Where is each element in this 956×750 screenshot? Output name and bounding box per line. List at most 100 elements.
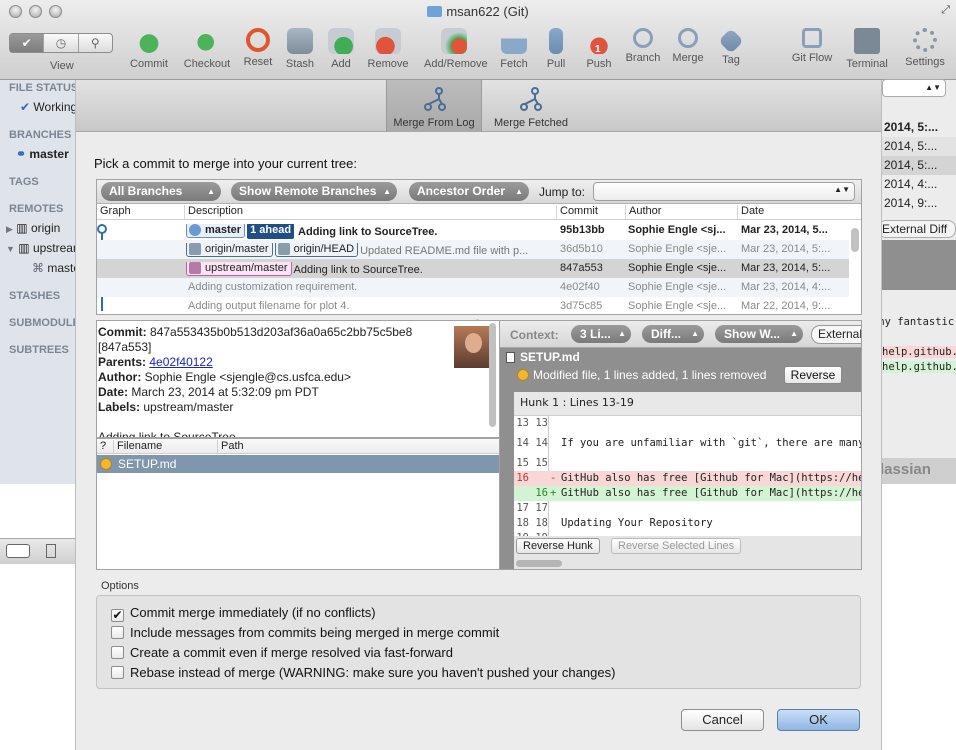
file-row[interactable]: SETUP.md (97, 455, 499, 473)
parent-commit-link[interactable]: 4e02f40122 (149, 355, 212, 369)
diff-line[interactable]: 18 18 Updating Your Repository (514, 516, 861, 531)
sidebar-toggle-icon[interactable] (6, 544, 30, 558)
column-date[interactable]: Date (737, 205, 764, 219)
branch-filter-dropdown[interactable]: All Branches ▲ (101, 182, 221, 201)
reverse-file-button[interactable]: Reverse (784, 366, 842, 384)
column-status[interactable]: ? (97, 440, 106, 453)
branch-tag-label: master (205, 224, 242, 236)
remove-button[interactable]: Remove (358, 28, 418, 70)
sidebar-remotes-heading: REMOTES (9, 203, 64, 215)
tab-merge-from-log[interactable]: Merge From Log (386, 80, 482, 132)
sidebar-tags-heading: TAGS (9, 176, 39, 188)
git-flow-button[interactable]: Git Flow (782, 28, 842, 64)
checkbox[interactable] (111, 626, 124, 639)
diff-toolbar: Context: 3 Li... ▲ Diff... ▲ Show W... ▲ Ex… (500, 321, 861, 348)
commit-author: Sophie Engle <sj... (628, 224, 726, 236)
column-author[interactable]: Author (625, 205, 661, 219)
view-segmented-control[interactable]: ✔ ◷ ⚲ (9, 33, 113, 53)
sidebar-item-master[interactable]: ⚭ master (16, 147, 69, 161)
column-path[interactable]: Path (217, 440, 244, 453)
checkbox[interactable] (111, 666, 124, 679)
background-diff-line: help.github. (882, 346, 956, 358)
view-log-button[interactable]: ◷ (44, 34, 79, 52)
diff-line-removed[interactable]: 16 - GitHub also has free [Github for Mac]… (514, 471, 861, 486)
option-label: Include messages from commits being merg… (130, 625, 500, 640)
commit-description: upstream/master Adding link to SourceTree… (186, 262, 554, 278)
add-remove-button[interactable]: Add/Remove (424, 28, 488, 70)
reset-icon (246, 28, 270, 52)
commit-row[interactable]: master 1 ahead Adding link to SourceTree. … (97, 221, 849, 240)
checkbox[interactable] (111, 646, 124, 659)
option-commit-immediately[interactable]: ✔ Commit merge immediately (if no conflic… (111, 605, 376, 622)
sidebar-item-upstream[interactable]: ▼ ▥ upstream (6, 241, 83, 255)
reverse-hunk-button[interactable]: Reverse Hunk (516, 538, 600, 554)
option-create-commit[interactable]: Create a commit even if merge resolved v… (111, 645, 453, 660)
option-rebase[interactable]: Rebase instead of merge (WARNING: make s… (111, 665, 615, 680)
gear-icon (913, 28, 937, 52)
commit-hash: 847a553 (560, 262, 603, 274)
jump-to-dropdown[interactable]: ▲▼ (593, 182, 855, 201)
checkout-icon (194, 28, 220, 54)
check-icon: ✔ (20, 100, 31, 114)
sidebar-item-origin[interactable]: ▶ ▥ origin (6, 221, 60, 235)
diff-line[interactable]: 17 17 (514, 501, 861, 516)
commit-message: Adding customization requirement. (188, 281, 358, 293)
commit-row-selected[interactable]: upstream/master Adding link to SourceTree… (97, 259, 849, 278)
column-filename[interactable]: Filename (113, 440, 162, 453)
fullscreen-icon[interactable]: ⤢ (941, 4, 950, 17)
settings-button[interactable]: Settings (895, 28, 955, 68)
diff-sign: + (550, 487, 557, 499)
reverse-selected-lines-button[interactable]: Reverse Selected Lines (611, 538, 742, 554)
option-include-messages[interactable]: Include messages from commits being merg… (111, 625, 499, 640)
commit-hash: 95b13bb (560, 224, 605, 236)
cancel-button[interactable]: Cancel (681, 709, 764, 731)
sidebar-item-working[interactable]: ✔ Working (20, 100, 77, 114)
diff-line-text: Updating Your Repository (561, 517, 713, 529)
option-label: Create a commit even if merge resolved v… (130, 645, 453, 660)
remote-branches-dropdown[interactable]: Show Remote Branches ▲ (231, 182, 397, 201)
view-label: View (50, 60, 74, 72)
sidebar-branches-heading: BRANCHES (9, 129, 72, 141)
sort-order-dropdown[interactable]: Ancestor Order ▲ (409, 182, 529, 201)
merge-prompt: Pick a commit to merge into your current… (94, 156, 357, 171)
diff-horizontal-scrollbar[interactable] (514, 556, 861, 569)
branch-icon (633, 28, 653, 48)
column-description[interactable]: Description (184, 205, 243, 219)
diff-line[interactable]: 15 15 (514, 456, 861, 471)
whitespace-dropdown[interactable]: Show W... ▲ (715, 325, 803, 343)
diff-line[interactable]: 14 14 If you are unfamiliar with `git`, th… (514, 431, 861, 456)
scroll-thumb[interactable] (851, 228, 859, 252)
scroll-thumb[interactable] (516, 560, 562, 567)
scroll-thumb[interactable] (489, 323, 496, 427)
tab-merge-fetched[interactable]: Merge Fetched (483, 80, 579, 132)
diff-mode-dropdown[interactable]: Diff... ▲ (642, 325, 704, 343)
log-column-headers: Graph Description Commit Author Date (97, 204, 861, 220)
external-diff-button[interactable]: External (811, 325, 861, 344)
column-graph[interactable]: Graph (97, 205, 131, 219)
diff-line[interactable]: 13 13 (514, 416, 861, 431)
jump-to-label: Jump to: (539, 185, 586, 199)
tag-button[interactable]: Tag (701, 28, 761, 66)
detail-labels-line: Labels: upstream/master (98, 400, 499, 415)
view-search-button[interactable]: ⚲ (79, 34, 112, 52)
terminal-button[interactable]: Terminal (837, 28, 897, 70)
column-commit[interactable]: Commit (556, 205, 598, 219)
sheet-tab-bar: Merge From Log Merge Fetched (76, 80, 881, 132)
context-lines-dropdown[interactable]: 3 Li... ▲ (571, 325, 631, 343)
diff-sign: - (550, 472, 557, 484)
view-file-status-button[interactable]: ✔ (10, 34, 45, 52)
diff-line-added[interactable]: 16 + GitHub also has free [Github for Mac]… (514, 486, 861, 501)
merge-sheet: Merge From Log Merge Fetched Pick a comm… (75, 80, 882, 750)
ok-button[interactable]: OK (777, 709, 860, 731)
commit-message: Updated README.md file with p... (360, 245, 529, 257)
commit-row[interactable]: Adding customization requirement. 4e02f4… (97, 278, 849, 297)
panel-toggle-icon[interactable] (46, 544, 56, 558)
dropdown-arrows-icon: ▲ (207, 187, 215, 196)
window-title-text: msan622 (Git) (446, 4, 529, 19)
checkbox-checked[interactable]: ✔ (111, 609, 124, 622)
details-scrollbar[interactable] (488, 320, 497, 438)
commit-row[interactable]: origin/master origin/HEAD Updated README.m… (97, 240, 849, 259)
log-scrollbar[interactable] (851, 222, 859, 312)
commit-row[interactable]: Adding output filename for plot 4. 3d75c… (97, 297, 849, 316)
commit-button[interactable]: Commit (119, 28, 179, 70)
